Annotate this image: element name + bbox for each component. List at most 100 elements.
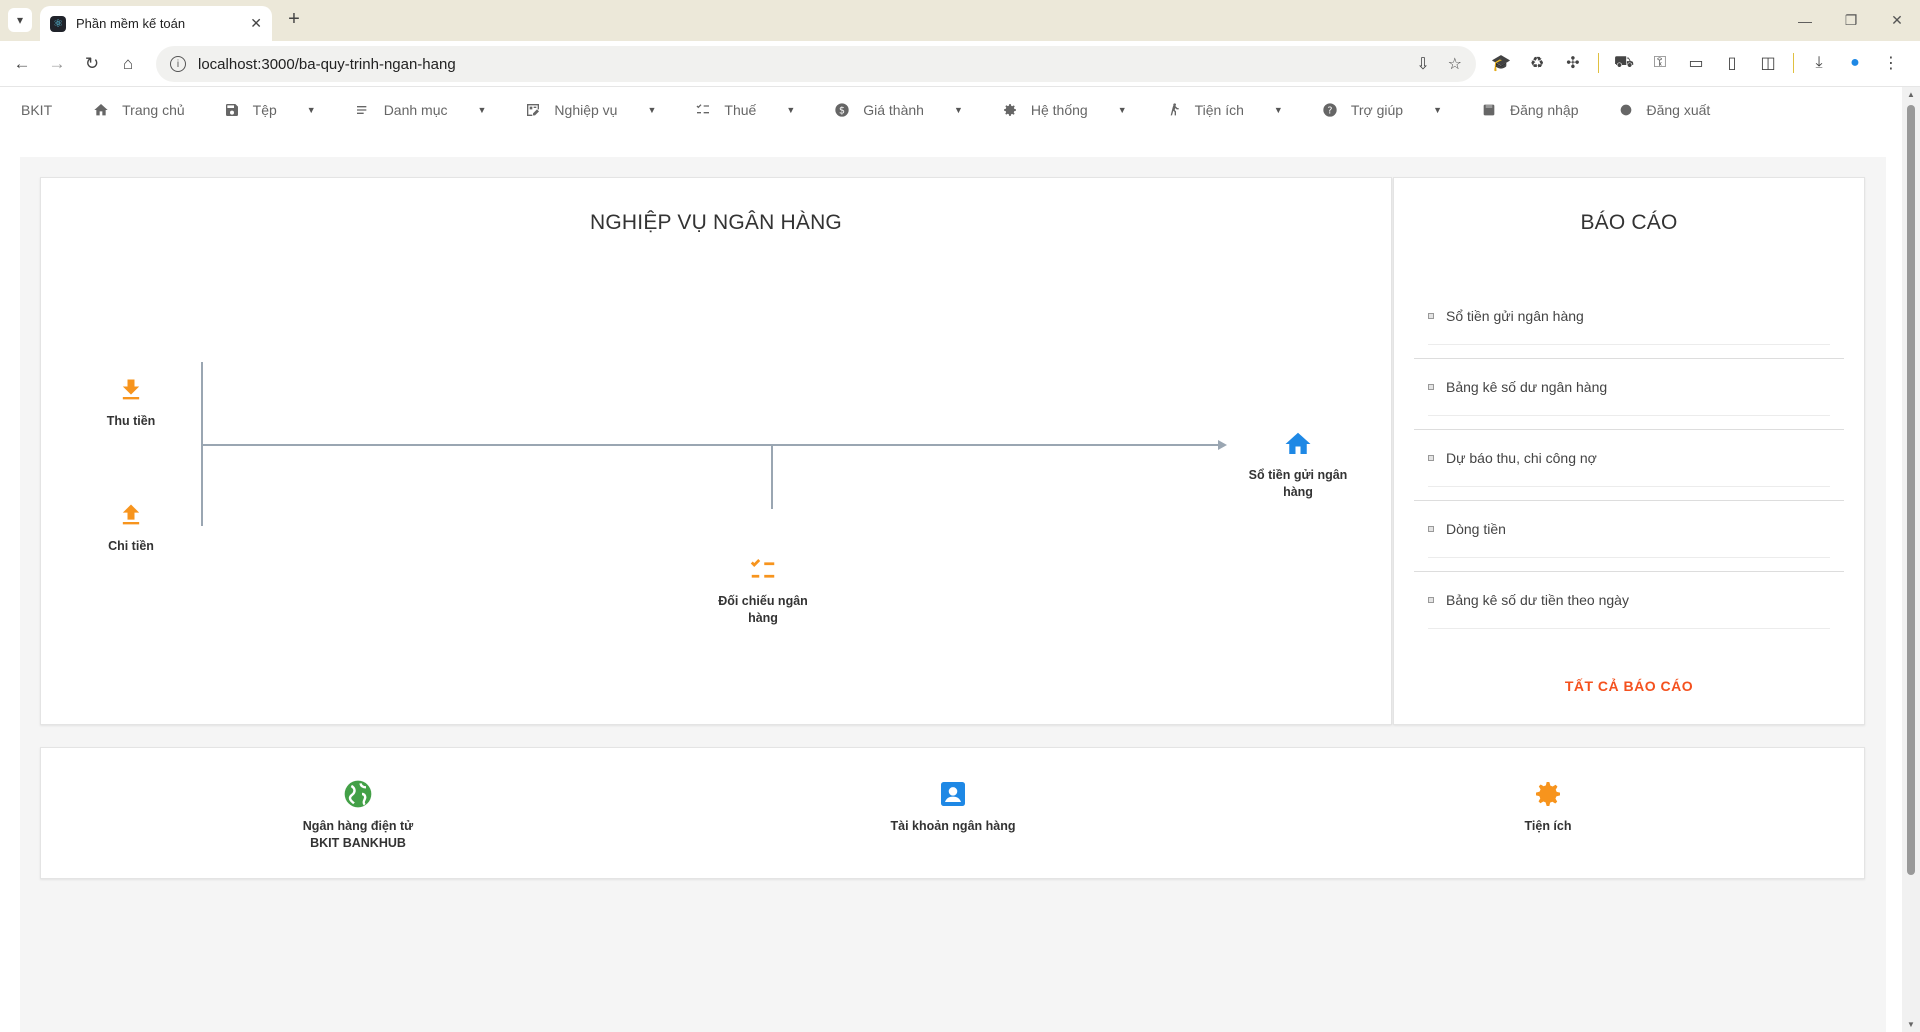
bookmark-star-icon[interactable]: ☆ — [1448, 54, 1462, 74]
account-box-icon — [941, 782, 965, 806]
extension-car-icon[interactable]: ⛟ — [1613, 52, 1635, 74]
extensions-puzzle-icon[interactable]: ✣ — [1562, 52, 1584, 74]
report-item[interactable]: Bảng kê số dư tiền theo ngày — [1414, 572, 1844, 643]
report-list: Sổ tiền gửi ngân hàng Bảng kê số dư ngân… — [1414, 288, 1844, 643]
report-label: Dự báo thu, chi công nợ — [1446, 450, 1597, 466]
menu-danh-muc[interactable]: Danh mục ▼ — [354, 101, 487, 119]
page-scrollbar[interactable]: ▲ ▼ — [1902, 87, 1920, 1032]
util-tai-khoan[interactable]: Tài khoản ngân hàng — [883, 778, 1023, 835]
extension-hat-icon[interactable]: 🎓 — [1490, 52, 1512, 74]
node-chi-tien[interactable]: Chi tiền — [71, 500, 191, 555]
main-menubar: BKIT Trang chủ Tệp ▼ Danh mục ▼ Nghiệp v… — [0, 87, 1900, 132]
caret-down-icon: ▼ — [1433, 104, 1442, 115]
toolbar-divider — [1793, 53, 1794, 73]
node-thu-tien[interactable]: Thu tiền — [71, 375, 191, 430]
download-arrow-icon — [122, 379, 140, 400]
logout-icon — [1617, 101, 1635, 119]
menu-dang-nhap[interactable]: Đăng nhập — [1480, 101, 1579, 119]
reload-icon[interactable]: ↻ — [80, 52, 104, 76]
scroll-down-icon[interactable]: ▼ — [1907, 1020, 1915, 1029]
menu-dang-xuat[interactable]: Đăng xuất — [1617, 101, 1711, 119]
login-icon — [1480, 101, 1498, 119]
bank-home-icon — [1285, 432, 1311, 454]
restore-icon[interactable]: ❐ — [1828, 0, 1874, 41]
util-label: Ngân hàng điện tử BKIT BANKHUB — [302, 819, 414, 850]
report-item[interactable]: Bảng kê số dư ngân hàng — [1414, 359, 1844, 430]
browser-tabbar: ▾ ⚛ Phần mềm kế toán ✕ + — ❐ ✕ — [0, 0, 1920, 41]
bullet-icon — [1428, 526, 1434, 532]
menu-tep[interactable]: Tệp ▼ — [223, 101, 316, 119]
menu-trang-chu[interactable]: Trang chủ — [92, 101, 185, 119]
save-icon — [223, 101, 241, 119]
url-text[interactable]: localhost:3000/ba-quy-trinh-ngan-hang — [198, 56, 1416, 73]
brand-label[interactable]: BKIT — [21, 102, 52, 118]
tab-title: Phần mềm kế toán — [76, 16, 186, 31]
home-browser-icon[interactable]: ⌂ — [116, 52, 140, 76]
bullet-icon — [1428, 455, 1434, 461]
report-item[interactable]: Dòng tiền — [1414, 501, 1844, 572]
dollar-icon: $ — [833, 101, 851, 119]
svg-text:$: $ — [839, 105, 845, 116]
downloads-icon[interactable]: ⤓ — [1808, 52, 1830, 74]
payment-card-icon[interactable]: ▭ — [1685, 52, 1707, 74]
scroll-thumb[interactable] — [1907, 105, 1915, 875]
install-app-icon[interactable]: ⇩ — [1416, 54, 1429, 74]
menu-gia-thanh[interactable]: $ Giá thành ▼ — [833, 101, 963, 119]
menu-label: Tiện ích — [1194, 101, 1244, 118]
menu-label: Nghiệp vụ — [554, 101, 618, 118]
app-root: BKIT Trang chủ Tệp ▼ Danh mục ▼ Nghiệp v… — [0, 87, 1920, 1032]
address-bar[interactable]: i localhost:3000/ba-quy-trinh-ngan-hang … — [156, 46, 1476, 82]
node-label: Đối chiếu ngân hàng — [718, 594, 808, 625]
util-tien-ich[interactable]: Tiện ích — [1478, 778, 1618, 835]
connector-vertical-middle — [771, 445, 773, 509]
utilities-card: Ngân hàng điện tử BKIT BANKHUB Tài khoản… — [40, 747, 1865, 879]
extension-recycle-icon[interactable]: ♻ — [1526, 52, 1548, 74]
checklist-icon — [750, 559, 775, 578]
util-bankhub[interactable]: Ngân hàng điện tử BKIT BANKHUB — [288, 778, 428, 852]
node-doi-chieu[interactable]: Đối chiếu ngân hàng — [703, 555, 823, 627]
menu-label: Trợ giúp — [1350, 101, 1404, 118]
tab-search-icon[interactable]: ▾ — [8, 8, 32, 32]
report-item[interactable]: Sổ tiền gửi ngân hàng — [1414, 288, 1844, 359]
menu-label: Giá thành — [863, 101, 924, 118]
close-window-icon[interactable]: ✕ — [1874, 0, 1920, 41]
node-so-tien-gui[interactable]: Sổ tiền gửi ngân hàng — [1238, 429, 1358, 501]
banking-card-title: NGHIỆP VỤ NGÂN HÀNG — [590, 211, 842, 234]
report-item[interactable]: Dự báo thu, chi công nợ — [1414, 430, 1844, 501]
forward-icon[interactable]: → — [45, 52, 69, 76]
banking-process-card: NGHIỆP VỤ NGÂN HÀNG Thu tiền Chi tiền Sổ… — [40, 177, 1392, 725]
edit-grid-icon — [524, 101, 542, 119]
report-label: Bảng kê số dư tiền theo ngày — [1446, 592, 1629, 608]
menu-he-thong[interactable]: Hệ thống ▼ — [1001, 101, 1127, 119]
profile-avatar-icon[interactable]: ● — [1844, 52, 1866, 74]
menu-nghiep-vu[interactable]: Nghiệp vụ ▼ — [524, 101, 656, 119]
caret-down-icon: ▼ — [477, 104, 487, 115]
menu-tien-ich[interactable]: Tiện ích ▼ — [1165, 101, 1283, 119]
side-panel-icon[interactable]: ◫ — [1757, 52, 1779, 74]
menu-tro-giup[interactable]: ? Trợ giúp ▼ — [1321, 101, 1442, 119]
menu-label: Đăng xuất — [1646, 101, 1711, 118]
site-info-icon[interactable]: i — [170, 56, 186, 72]
scroll-up-icon[interactable]: ▲ — [1907, 90, 1915, 99]
menu-thue[interactable]: Thuế ▼ — [694, 101, 795, 119]
reading-list-icon[interactable]: ▯ — [1721, 52, 1743, 74]
back-icon[interactable]: ← — [10, 52, 34, 76]
main-content: NGHIỆP VỤ NGÂN HÀNG Thu tiền Chi tiền Sổ… — [20, 157, 1886, 1032]
minimize-icon[interactable]: — — [1782, 0, 1828, 41]
browser-menu-icon[interactable]: ⋮ — [1880, 52, 1902, 74]
report-label: Sổ tiền gửi ngân hàng — [1446, 308, 1584, 324]
password-key-icon[interactable]: ⚿ — [1649, 52, 1671, 74]
all-reports-link[interactable]: TẤT CẢ BÁO CÁO — [1394, 678, 1864, 694]
new-tab-icon[interactable]: + — [282, 8, 306, 31]
menu-label: Tệp — [252, 101, 277, 118]
caret-down-icon: ▼ — [953, 104, 963, 115]
tab-close-icon[interactable]: ✕ — [250, 15, 262, 32]
node-label: Sổ tiền gửi ngân hàng — [1248, 468, 1348, 499]
menu-label: Hệ thống — [1030, 101, 1088, 118]
checklist-icon — [694, 101, 712, 119]
upload-arrow-icon — [122, 504, 140, 525]
reports-card: BÁO CÁO Sổ tiền gửi ngân hàng Bảng kê số… — [1393, 177, 1865, 725]
report-label: Bảng kê số dư ngân hàng — [1446, 379, 1608, 395]
browser-tab[interactable]: ⚛ Phần mềm kế toán ✕ — [40, 6, 272, 41]
report-label: Dòng tiền — [1446, 521, 1506, 537]
